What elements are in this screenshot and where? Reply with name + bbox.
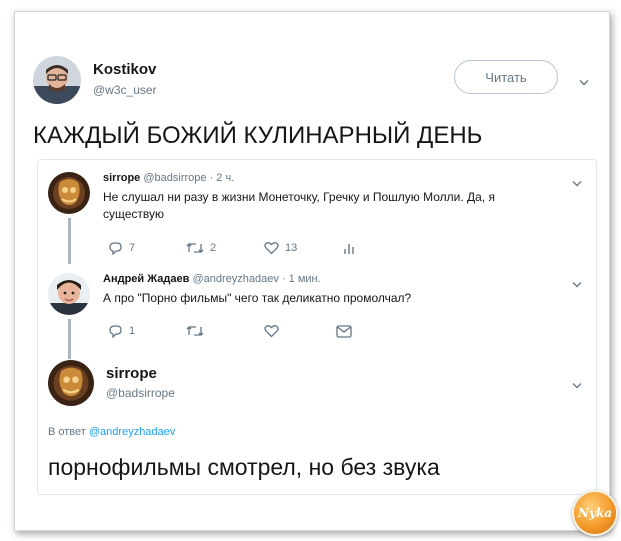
reply-action[interactable]: 1 (108, 324, 135, 338)
reply-to-link[interactable]: @andreyzhadaev (89, 426, 175, 438)
tweet-card: Kostikov @w3c_user Читать КАЖДЫЙ БОЖИЙ К… (14, 11, 618, 536)
tweet3-name[interactable]: sirrope (106, 365, 157, 382)
reply-action[interactable]: 7 (108, 241, 135, 255)
chevron-down-icon[interactable] (579, 74, 589, 86)
watermark-logo: Nyka (572, 490, 618, 536)
reply-icon (109, 325, 122, 338)
tweet-text: КАЖДЫЙ БОЖИЙ КУЛИНАРНЫЙ ДЕНЬ (33, 122, 483, 149)
retweet-icon (186, 326, 204, 336)
like-action[interactable] (264, 324, 279, 338)
retweet-action[interactable]: 2 (186, 241, 216, 255)
quoted-thread[interactable]: sirrope @badsirrope · 2 ч. Не слушал ни … (37, 159, 597, 495)
tweet1-handle[interactable]: @badsirrope (143, 172, 206, 184)
chevron-down-icon[interactable] (572, 377, 582, 389)
heart-icon (264, 325, 279, 338)
tweet3-handle[interactable]: @badsirrope (106, 386, 175, 400)
chevron-down-icon[interactable] (572, 276, 582, 288)
reply-icon (109, 242, 122, 255)
andrey-avatar[interactable] (48, 273, 90, 315)
tweet1-name[interactable]: sirrope (103, 172, 140, 184)
tweet1-time[interactable]: · 2 ч. (210, 172, 235, 184)
reply-prefix: В ответ (48, 426, 86, 438)
tweet2-time[interactable]: · 1 мин. (282, 273, 321, 285)
reply-count: 7 (129, 242, 136, 254)
author-avatar[interactable] (33, 56, 81, 104)
sirrope-avatar[interactable] (48, 360, 94, 406)
tweet2-handle[interactable]: @andreyzhadaev (192, 273, 278, 285)
thread-line (68, 218, 71, 264)
tweet1-header: sirrope @badsirrope · 2 ч. (103, 172, 234, 184)
tweet1-text: Не слушал ни разу в жизни Монеточку, Гре… (103, 190, 496, 221)
tweet2-header: Андрей Жадаев @andreyzhadaev · 1 мин. (103, 273, 321, 285)
author-name[interactable]: Kostikov (93, 61, 156, 78)
like-count: 13 (285, 242, 298, 254)
chevron-down-icon[interactable] (572, 175, 582, 187)
analytics-icon (344, 244, 354, 254)
reply-count: 1 (129, 325, 136, 337)
retweet-icon (186, 243, 204, 253)
author-handle[interactable]: @w3c_user (93, 83, 157, 97)
heart-icon (264, 242, 279, 255)
reply-context: В ответ @andreyzhadaev (48, 426, 175, 438)
retweet-count: 2 (210, 242, 217, 254)
like-action[interactable]: 13 (264, 241, 297, 255)
retweet-action[interactable] (186, 324, 204, 338)
tweet3-text: порнофильмы смотрел, но без звука (48, 454, 440, 480)
sirrope-avatar[interactable] (48, 172, 90, 214)
envelope-icon (336, 325, 352, 338)
analytics-action[interactable] (343, 241, 355, 255)
tweet2-name[interactable]: Андрей Жадаев (103, 273, 189, 285)
thread-line (68, 319, 71, 359)
tweet2-text: А про "Порно фильмы" чего так деликатно … (103, 291, 412, 305)
dm-action[interactable] (336, 325, 352, 338)
follow-button[interactable]: Читать (454, 60, 558, 94)
